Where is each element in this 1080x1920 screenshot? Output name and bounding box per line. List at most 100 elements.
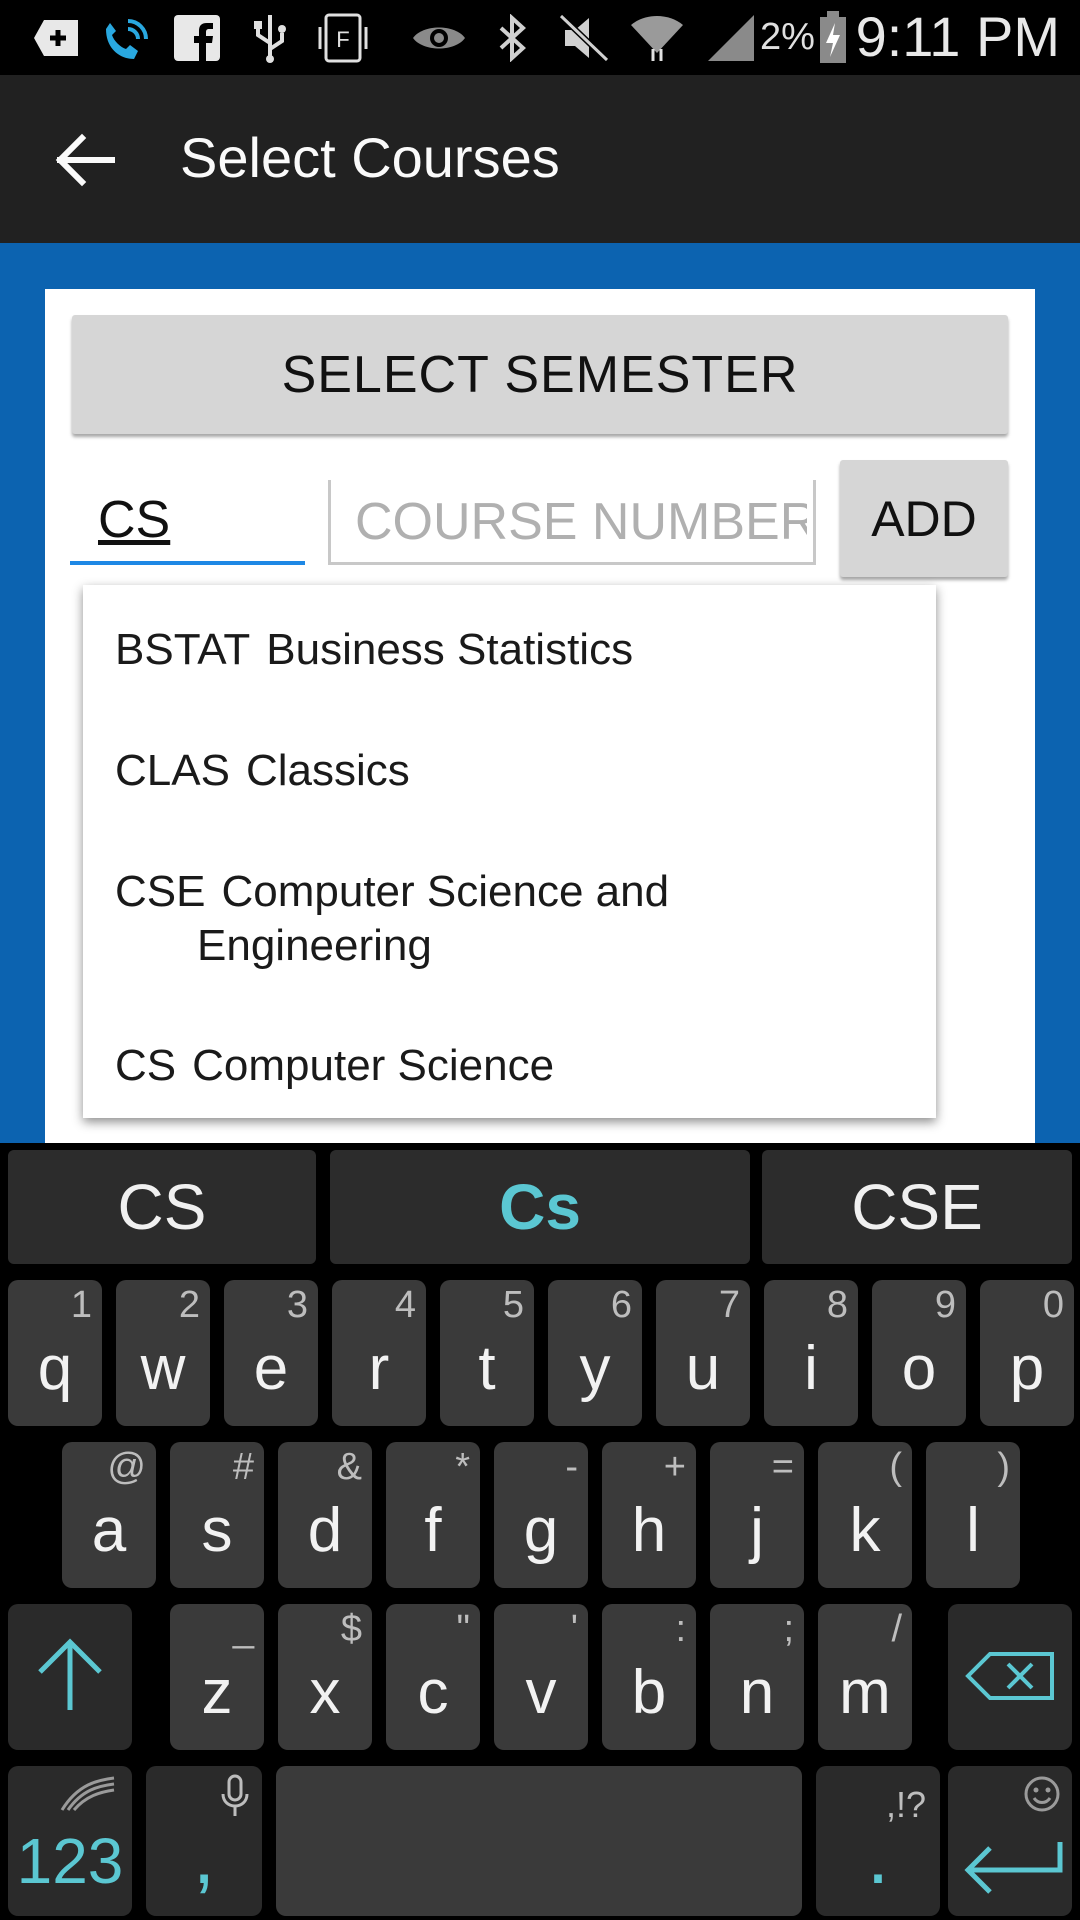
key-p[interactable]: 0p bbox=[980, 1280, 1074, 1426]
dropdown-item-bstat[interactable]: BSTAT Business Statistics bbox=[115, 623, 633, 677]
key-alt-label: & bbox=[336, 1446, 362, 1488]
smiley-icon bbox=[1022, 1774, 1062, 1819]
key-alt-label: ; bbox=[783, 1608, 794, 1650]
add-button[interactable]: ADD bbox=[840, 460, 1008, 577]
dropdown-item-clas[interactable]: CLAS Classics bbox=[115, 744, 410, 798]
key-main-label: r bbox=[368, 1334, 390, 1403]
suggestion-2[interactable]: Cs bbox=[330, 1150, 750, 1264]
key-main-label: n bbox=[739, 1658, 775, 1727]
add-box-icon bbox=[28, 12, 86, 64]
dropdown-item-code: CS bbox=[115, 1041, 177, 1090]
course-number-input[interactable]: COURSE NUMBER bbox=[328, 480, 816, 565]
key-i[interactable]: 8i bbox=[764, 1280, 858, 1426]
key-main-label: g bbox=[523, 1496, 559, 1565]
period-key-label: . bbox=[866, 1811, 890, 1900]
key-main-label: e bbox=[253, 1334, 289, 1403]
period-key[interactable]: ,!? . bbox=[816, 1766, 940, 1916]
key-alt-label: " bbox=[456, 1608, 471, 1650]
comma-key[interactable]: , bbox=[146, 1766, 262, 1916]
key-main-label: i bbox=[804, 1334, 818, 1403]
usb-icon bbox=[248, 12, 292, 64]
key-main-label: f bbox=[424, 1496, 442, 1565]
key-main-label: q bbox=[37, 1334, 73, 1403]
key-alt-label: _ bbox=[232, 1608, 254, 1650]
suggestion-1[interactable]: CS bbox=[8, 1150, 316, 1264]
space-key[interactable] bbox=[276, 1766, 802, 1916]
key-b[interactable]: :b bbox=[602, 1604, 696, 1750]
key-a[interactable]: @ a bbox=[62, 1442, 156, 1588]
key-alt-label: ) bbox=[997, 1446, 1010, 1488]
key-f[interactable]: * f bbox=[386, 1442, 480, 1588]
key-k[interactable]: (k bbox=[818, 1442, 912, 1588]
key-c[interactable]: " c bbox=[386, 1604, 480, 1750]
key-u[interactable]: 7u bbox=[656, 1280, 750, 1426]
key-o[interactable]: 9o bbox=[872, 1280, 966, 1426]
key-z[interactable]: _ z bbox=[170, 1604, 264, 1750]
key-x[interactable]: $ x bbox=[278, 1604, 372, 1750]
key-alt-label: ( bbox=[889, 1446, 902, 1488]
dropdown-item-cs[interactable]: CS Computer Science bbox=[115, 1039, 554, 1093]
battery-percent: 2% bbox=[760, 16, 815, 58]
key-g[interactable]: -g bbox=[494, 1442, 588, 1588]
battery-charging-icon bbox=[816, 11, 850, 64]
key-y[interactable]: 6y bbox=[548, 1280, 642, 1426]
nfc-icon: F bbox=[316, 12, 370, 64]
dropdown-item-name: Computer Science and bbox=[221, 867, 670, 916]
dropdown-item-cse[interactable]: CSE Computer Science and Engineering bbox=[115, 865, 669, 973]
arrow-back-icon[interactable] bbox=[50, 125, 120, 195]
key-j[interactable]: = j bbox=[710, 1442, 804, 1588]
dropdown-item-code: CSE bbox=[115, 867, 206, 916]
key-main-label: p bbox=[1009, 1334, 1045, 1403]
backspace-key[interactable] bbox=[948, 1604, 1072, 1750]
key-e[interactable]: 3e bbox=[224, 1280, 318, 1426]
key-alt-label: * bbox=[455, 1446, 470, 1488]
shift-arrow-icon bbox=[34, 1634, 106, 1719]
select-semester-button[interactable]: SELECT SEMESTER bbox=[72, 315, 1008, 434]
key-w[interactable]: 2w bbox=[116, 1280, 210, 1426]
key-alt-label: 4 bbox=[394, 1284, 416, 1326]
key-t[interactable]: 5t bbox=[440, 1280, 534, 1426]
key-d[interactable]: & d bbox=[278, 1442, 372, 1588]
department-input[interactable]: CS bbox=[70, 480, 305, 565]
key-alt-label: + bbox=[663, 1446, 686, 1488]
key-alt-label: 1 bbox=[70, 1284, 92, 1326]
suggestion-3[interactable]: CSE bbox=[762, 1150, 1072, 1264]
key-alt-label: : bbox=[675, 1608, 686, 1650]
key-main-label: h bbox=[631, 1496, 667, 1565]
shift-key[interactable] bbox=[8, 1604, 132, 1750]
enter-arrow-icon bbox=[960, 1838, 1064, 1899]
key-alt-label: 6 bbox=[610, 1284, 632, 1326]
key-alt-label: / bbox=[891, 1608, 902, 1650]
key-main-label: o bbox=[901, 1334, 937, 1403]
key-n[interactable]: ; n bbox=[710, 1604, 804, 1750]
key-r[interactable]: 4r bbox=[332, 1280, 426, 1426]
swype-logo-icon bbox=[58, 1774, 118, 1819]
wifi-calling-icon bbox=[98, 12, 154, 64]
key-v[interactable]: ' v bbox=[494, 1604, 588, 1750]
key-l[interactable]: ) l bbox=[926, 1442, 1020, 1588]
key-s[interactable]: # s bbox=[170, 1442, 264, 1588]
page-title: Select Courses bbox=[180, 126, 560, 189]
key-m[interactable]: / m bbox=[818, 1604, 912, 1750]
key-alt-label: 0 bbox=[1042, 1284, 1064, 1326]
key-alt-label: ' bbox=[570, 1608, 578, 1650]
key-main-label: k bbox=[849, 1496, 881, 1565]
dropdown-item-code: BSTAT bbox=[115, 625, 251, 674]
department-input-value: CS bbox=[98, 491, 171, 549]
key-main-label: b bbox=[631, 1658, 667, 1727]
comma-key-label: , bbox=[192, 1811, 216, 1900]
key-main-label: s bbox=[201, 1496, 233, 1565]
key-main-label: y bbox=[579, 1334, 611, 1403]
enter-key[interactable] bbox=[948, 1766, 1072, 1916]
key-q[interactable]: 1q bbox=[8, 1280, 102, 1426]
key-alt-label: 8 bbox=[826, 1284, 848, 1326]
key-h[interactable]: + h bbox=[602, 1442, 696, 1588]
key-alt-label: $ bbox=[340, 1608, 362, 1650]
numbers-key[interactable]: 123 bbox=[8, 1766, 132, 1916]
key-main-label: z bbox=[201, 1658, 233, 1727]
key-alt-label: - bbox=[565, 1446, 578, 1488]
key-alt-label: # bbox=[232, 1446, 254, 1488]
key-alt-label: 7 bbox=[718, 1284, 740, 1326]
wifi-icon bbox=[628, 12, 686, 64]
clock-time: 9:11 PM bbox=[855, 5, 1060, 68]
